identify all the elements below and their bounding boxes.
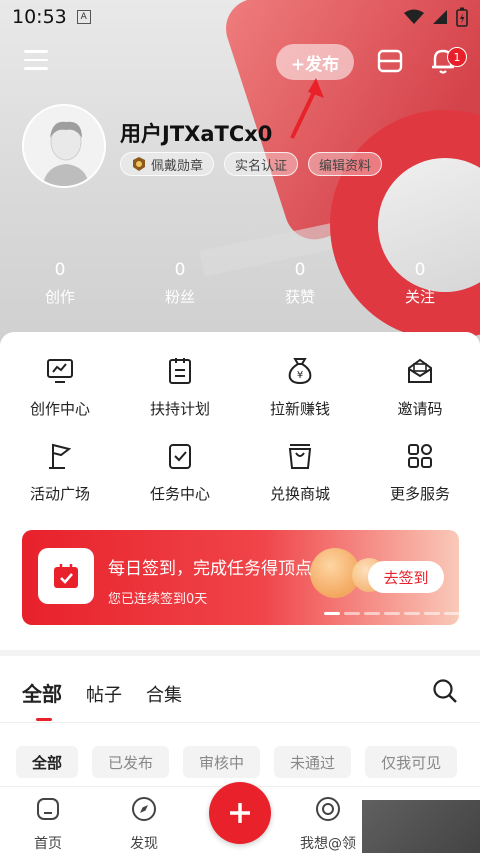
monitor-icon: [47, 359, 73, 383]
content-tabs: 全部 帖子 合集: [22, 678, 182, 721]
flag-icon: [49, 443, 72, 469]
status-icons: [404, 7, 468, 27]
menu-button[interactable]: [24, 50, 48, 72]
money-bag-icon: ¥: [288, 358, 312, 385]
banner-pagination: [324, 612, 459, 615]
stat-following[interactable]: 0 关注: [360, 260, 480, 307]
service-more-services[interactable]: 更多服务: [360, 441, 480, 504]
nav-home[interactable]: 首页: [8, 795, 88, 853]
stat-label: 关注: [404, 288, 435, 306]
service-label: 更多服务: [389, 485, 450, 503]
service-label: 任务中心: [149, 485, 210, 503]
clipboard-icon: [169, 358, 191, 384]
publish-button[interactable]: +发布: [276, 44, 354, 80]
wear-medal-label: 佩戴勋章: [151, 158, 204, 174]
tab-all[interactable]: 全部: [22, 678, 62, 721]
nav-label: 我想@领: [300, 836, 356, 852]
nav-mine[interactable]: 我想@领: [288, 795, 368, 853]
create-post-button[interactable]: [209, 782, 271, 844]
service-support-plan[interactable]: 扶持计划: [120, 356, 240, 419]
nav-discover[interactable]: 发现: [104, 795, 184, 853]
stats-row: 0 创作 0 粉丝 0 获赞 0 关注: [0, 260, 480, 307]
tab-posts[interactable]: 帖子: [86, 681, 122, 707]
profile-tags: 佩戴勋章 实名认证 编辑资料: [120, 152, 383, 176]
task-check-icon: [169, 444, 191, 469]
calendar-check-icon: [38, 548, 94, 604]
battery-icon: [456, 7, 468, 27]
stat-fans[interactable]: 0 粉丝: [120, 260, 240, 307]
nav-label: 首页: [34, 836, 62, 852]
nav-label: 发现: [130, 836, 158, 852]
divider: [0, 722, 480, 723]
avatar[interactable]: [22, 104, 106, 188]
status-bar: 10:53 A: [0, 0, 480, 34]
pointer-arrow-annotation: [290, 78, 324, 139]
wifi-icon: [404, 9, 424, 24]
compass-icon: [132, 797, 156, 821]
search-icon[interactable]: [432, 678, 458, 704]
edit-profile-tag[interactable]: 编辑资料: [308, 152, 383, 176]
service-label: 扶持计划: [149, 400, 210, 418]
checkin-subtitle: 您已连续签到0天: [108, 592, 208, 607]
filter-private[interactable]: 仅我可见: [365, 746, 458, 778]
stat-likes[interactable]: 0 获赞: [240, 260, 360, 307]
scan-icon[interactable]: [377, 48, 403, 74]
filter-reviewing[interactable]: 审核中: [183, 746, 261, 778]
plus-icon: [230, 803, 250, 823]
service-label: 创作中心: [29, 400, 90, 418]
services-card: 创作中心 扶持计划 ¥ 拉新赚钱 邀请码 活动广场 任务中心 兑换商城 更多服务: [0, 332, 480, 650]
tab-collections[interactable]: 合集: [146, 681, 182, 707]
signal-icon: [433, 10, 447, 24]
status-filters: 全部 已发布 审核中 未通过 仅我可见: [16, 746, 458, 778]
real-name-auth-tag[interactable]: 实名认证: [224, 152, 299, 176]
top-bar: +发布: [0, 42, 480, 82]
edit-profile-label: 编辑资料: [319, 158, 372, 174]
home-icon: [37, 798, 59, 820]
service-label: 活动广场: [29, 485, 90, 503]
service-creation-center[interactable]: 创作中心: [0, 356, 120, 419]
service-task-center[interactable]: 任务中心: [120, 441, 240, 504]
filter-all[interactable]: 全部: [16, 746, 79, 778]
checkin-banner[interactable]: 每日签到，完成任务得顶点 您已连续签到0天 去签到: [22, 530, 459, 625]
target-icon: [316, 797, 340, 821]
notification-badge: 1: [447, 47, 467, 67]
status-indicator: A: [76, 10, 91, 24]
filter-rejected[interactable]: 未通过: [274, 746, 352, 778]
medal-icon: [133, 157, 145, 171]
status-time: 10:53: [12, 6, 67, 28]
stat-creations[interactable]: 0 创作: [0, 260, 120, 307]
service-label: 兑换商城: [269, 485, 330, 503]
checkin-title: 每日签到，完成任务得顶点: [108, 559, 312, 579]
shopping-bag-icon: [288, 444, 312, 469]
service-invite-code[interactable]: 邀请码: [360, 356, 480, 419]
watermark-overlay: [362, 800, 480, 853]
service-exchange-mall[interactable]: 兑换商城: [240, 441, 360, 504]
service-label: 邀请码: [397, 400, 443, 418]
stat-value: 0: [294, 260, 306, 280]
service-activity-square[interactable]: 活动广场: [0, 441, 120, 504]
wear-medal-tag[interactable]: 佩戴勋章: [120, 152, 215, 176]
envelope-icon: [408, 358, 432, 383]
stat-value: 0: [54, 260, 66, 280]
filter-published[interactable]: 已发布: [92, 746, 170, 778]
stat-value: 0: [414, 260, 426, 280]
svg-text:¥: ¥: [297, 370, 303, 381]
stat-label: 获赞: [284, 288, 315, 306]
grid-icon: [408, 444, 432, 468]
service-referral-earn[interactable]: ¥ 拉新赚钱: [240, 356, 360, 419]
service-label: 拉新赚钱: [269, 400, 330, 418]
stat-label: 粉丝: [164, 288, 195, 306]
real-name-auth-label: 实名认证: [235, 158, 288, 174]
stat-value: 0: [174, 260, 186, 280]
stat-label: 创作: [44, 288, 75, 306]
checkin-button[interactable]: 去签到: [368, 561, 444, 593]
username: 用户JTXaTCx0: [120, 122, 273, 146]
default-avatar-icon: [24, 106, 104, 186]
services-grid: 创作中心 扶持计划 ¥ 拉新赚钱 邀请码 活动广场 任务中心 兑换商城 更多服务: [0, 356, 480, 504]
